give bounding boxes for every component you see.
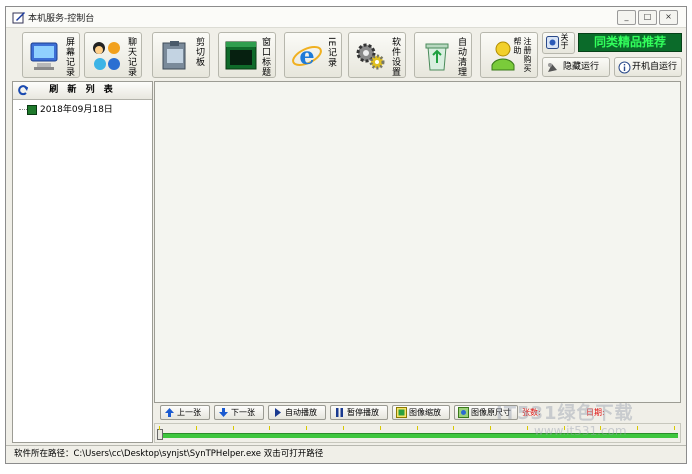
register-help-button[interactable]: 注册购买帮助 [480, 32, 538, 78]
window-icon [225, 41, 257, 70]
arrow-up-icon [165, 408, 174, 417]
slider-tick [637, 426, 638, 430]
slider-tick [527, 426, 528, 430]
auto-clean-label: 自动清理 [456, 37, 466, 77]
minimize-button[interactable]: _ [617, 10, 636, 25]
refresh-list-button[interactable]: 刷 新 列 表 [13, 82, 152, 100]
app-pen-icon [12, 12, 25, 24]
zoom-button[interactable]: 图像缩放 [392, 405, 450, 420]
date-tree: 2018年09月18日 [19, 104, 113, 116]
promo-banner[interactable]: 同类精品推荐 [578, 33, 682, 52]
screen-record-label: 屏幕记录 [64, 37, 74, 77]
register-help-label: 注册购买帮助 [513, 37, 532, 73]
close-button[interactable]: × [659, 10, 678, 25]
window-controls: _ □ × [617, 10, 678, 25]
slider-tick [453, 426, 454, 430]
tree-item[interactable]: 2018年09月18日 [19, 104, 113, 116]
hide-icon [548, 63, 557, 72]
main-window: 本机服务-控制台 _ □ × 屏幕记录 聊天记录 剪切板 窗口标题 e IE记录… [5, 6, 687, 464]
clipboard-button[interactable]: 剪切板 [152, 32, 210, 78]
slider-tick [269, 426, 270, 430]
settings-label: 软件设置 [390, 37, 400, 77]
auto-clean-button[interactable]: 自动清理 [414, 32, 472, 78]
status-path-text: 软件所在路径：C:\Users\cc\Desktop\synjst\SynTPH… [14, 449, 324, 459]
next-button[interactable]: 下一张 [214, 405, 264, 420]
recycle-bin-icon [425, 43, 449, 71]
slider-tick [417, 426, 418, 430]
hide-run-button[interactable]: 隐藏运行 [542, 57, 610, 77]
watermark-logo: IT531绿色下载 [496, 403, 634, 424]
pause-label: 暂停播放 [347, 408, 379, 417]
refresh-list-label: 刷 新 列 表 [49, 85, 116, 95]
slider-tick [306, 426, 307, 430]
zoom-image-icon [396, 407, 407, 418]
window-title-label: 窗口标题 [260, 37, 270, 77]
watermark-url: www.it531.com [534, 424, 627, 438]
pause-button[interactable]: 暂停播放 [330, 405, 388, 420]
toolbar: 屏幕记录 聊天记录 剪切板 窗口标题 e IE记录 软件设置 自动清理 注册购买… [6, 28, 686, 82]
title-bar: 本机服务-控制台 _ □ × [6, 7, 686, 28]
slider-tick [233, 426, 234, 430]
about-button[interactable]: 关于 [542, 32, 575, 54]
hide-run-label: 隐藏运行 [563, 62, 600, 72]
slider-tick [343, 426, 344, 430]
clipboard-icon [162, 41, 186, 70]
autostart-label: 开机自运行 [632, 62, 678, 72]
info-icon [618, 61, 631, 74]
slider-tick [380, 426, 381, 430]
ie-record-label: IE记录 [326, 37, 336, 68]
maximize-button[interactable]: □ [638, 10, 657, 25]
pause-icon [336, 408, 343, 417]
history-list-panel: 刷 新 列 表 2018年09月18日 [12, 81, 153, 443]
about-icon [546, 36, 559, 49]
zoom-label: 图像缩放 [409, 408, 441, 417]
date-folder-icon [27, 104, 37, 115]
slider-tick [490, 426, 491, 430]
original-size-icon [458, 407, 469, 418]
slider-tick [196, 426, 197, 430]
prev-label: 上一张 [177, 408, 201, 417]
auto-play-label: 自动播放 [285, 408, 317, 417]
window-title: 本机服务-控制台 [28, 14, 95, 24]
slider-tick [159, 426, 160, 430]
screen-record-button[interactable]: 屏幕记录 [22, 32, 80, 78]
gears-icon [356, 43, 385, 70]
arrow-down-icon [219, 408, 228, 417]
about-label: 关于 [560, 33, 569, 49]
window-title-button[interactable]: 窗口标题 [218, 32, 276, 78]
svg-text:e: e [299, 41, 314, 70]
monitor-icon [30, 42, 58, 70]
ie-icon: e [292, 41, 322, 70]
next-label: 下一张 [231, 408, 255, 417]
screenshot-viewer [154, 81, 681, 403]
tree-item-label: 2018年09月18日 [40, 105, 113, 115]
status-bar[interactable]: 软件所在路径：C:\Users\cc\Desktop\synjst\SynTPH… [6, 445, 686, 463]
refresh-icon [18, 85, 28, 96]
slider-tick [674, 426, 675, 430]
tree-line [19, 109, 27, 110]
chat-people-icon [93, 42, 120, 70]
auto-play-button[interactable]: 自动播放 [268, 405, 326, 420]
chat-record-button[interactable]: 聊天记录 [84, 32, 142, 78]
ie-record-button[interactable]: e IE记录 [284, 32, 342, 78]
clipboard-label: 剪切板 [194, 37, 204, 67]
autostart-button[interactable]: 开机自运行 [614, 57, 682, 77]
slider-thumb[interactable] [157, 429, 163, 440]
chat-record-label: 聊天记录 [126, 37, 136, 77]
prev-button[interactable]: 上一张 [160, 405, 210, 420]
play-icon [275, 408, 281, 417]
settings-button[interactable]: 软件设置 [348, 32, 406, 78]
